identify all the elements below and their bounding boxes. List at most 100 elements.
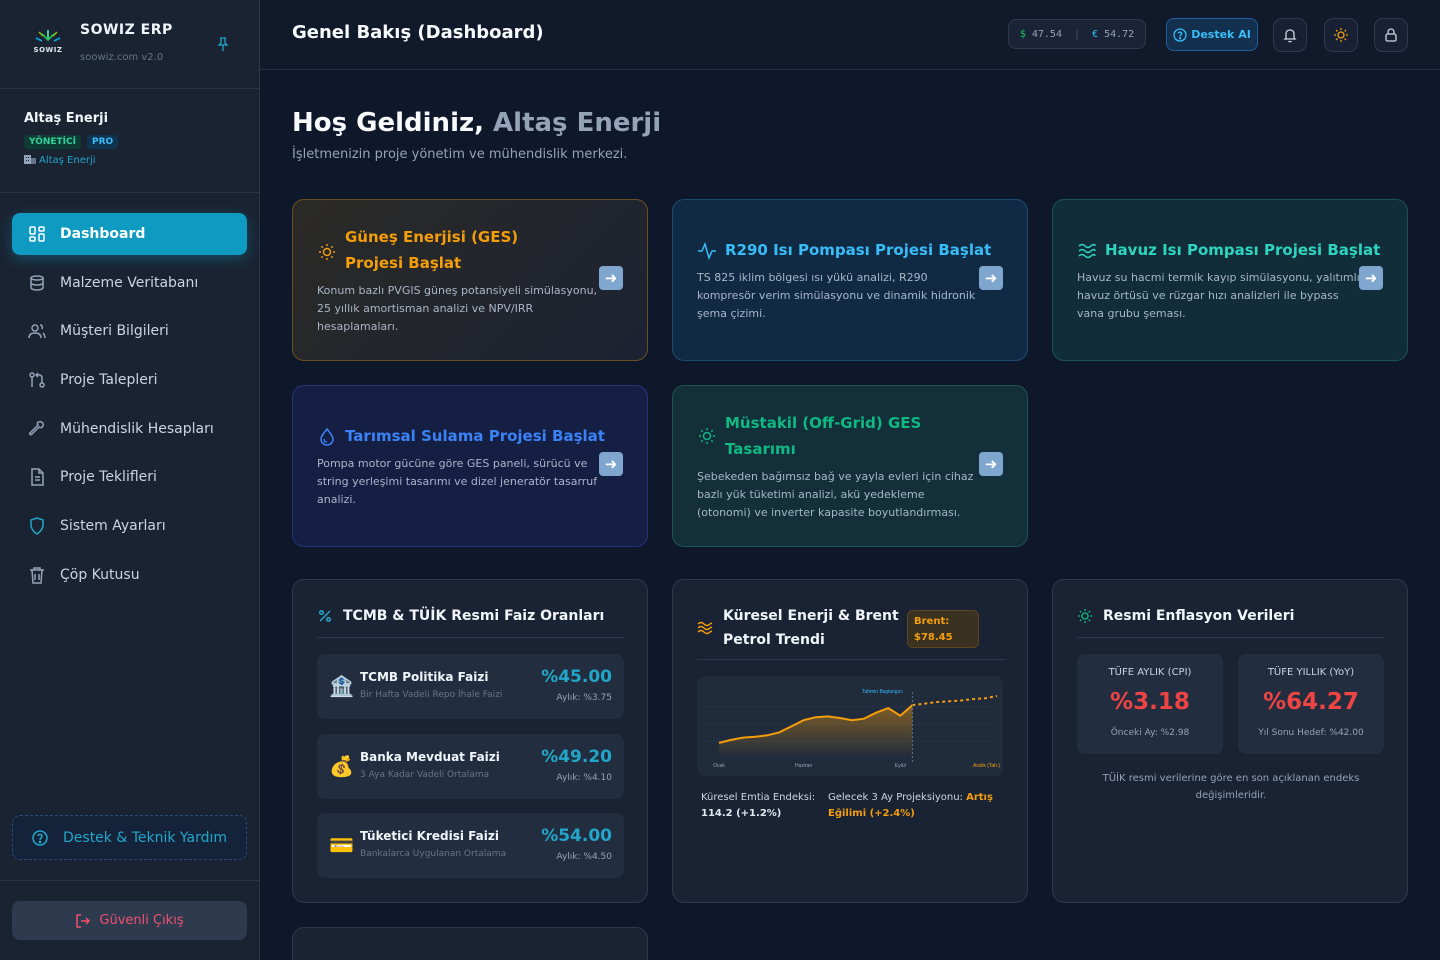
commodity-index: Küresel Emtia Endeksi: 114.2 (+1.2%): [701, 790, 821, 822]
sidebar-item-dashboard[interactable]: Dashboard: [12, 213, 247, 255]
arrow-right-icon[interactable]: ➜: [599, 266, 623, 290]
project-title: Güneş Enerjisi (GES) Projesi Başlat: [345, 228, 519, 272]
sidebar-item-label: Müşteri Bilgileri: [60, 323, 169, 340]
rate-desc: 3 Aya Kadar Vadeli Ortalama: [360, 770, 490, 780]
sun-icon: [319, 244, 335, 260]
x-tick-label: Haziran: [795, 763, 812, 769]
rate-name: Tüketici Kredisi Faizi: [360, 829, 499, 843]
trend-chart-svg: Tahmin Başlangıcı Ocak Haziran Eylül Aralık…: [703, 689, 1000, 769]
rate-value: %49.20: [541, 747, 612, 767]
plan-badge: PRO: [86, 135, 119, 149]
card-header: Resmi Enflasyon Verileri: [1077, 608, 1385, 638]
activity-icon: [698, 241, 716, 261]
x-tick-label: Ocak: [713, 763, 725, 769]
sidebar-item-settings[interactable]: Sistem Ayarları: [12, 505, 247, 547]
arrow-right-icon[interactable]: ➜: [979, 266, 1003, 290]
credit-card-icon: 💳: [329, 833, 354, 857]
sun-icon: [1334, 28, 1348, 42]
sidebar-item-label: Proje Talepleri: [60, 372, 158, 389]
building-icon: [24, 153, 36, 167]
project-title: Müstakil (Off-Grid) GES Tasarımı: [725, 414, 922, 458]
offgrid-project-card[interactable]: Müstakil (Off-Grid) GES Tasarımı Şebeked…: [672, 385, 1028, 547]
sowiz-logo[interactable]: SOWIZ: [30, 26, 66, 58]
help-circle-icon: [32, 829, 48, 846]
lock-button[interactable]: [1374, 18, 1408, 52]
rate-row-consumer-credit: 💳 Tüketici Kredisi Faizi Bankalarca Uygu…: [317, 813, 624, 878]
support-button[interactable]: Destek & Teknik Yardım: [12, 815, 247, 860]
sidebar-item-label: Malzeme Veritabanı: [60, 274, 199, 291]
database-icon: [30, 274, 44, 291]
rate-value: %45.00: [541, 667, 612, 687]
sidebar-item-label: Sistem Ayarları: [60, 518, 166, 535]
sidebar-item-materials[interactable]: Malzeme Veritabanı: [12, 262, 247, 304]
project-description: TS 825 iklim bölgesi ısı yükü analizi, R…: [697, 271, 976, 320]
logout-button[interactable]: Güvenli Çıkış: [12, 901, 247, 940]
brent-badge: Brent: $78.45: [907, 610, 979, 648]
company-link[interactable]: Altaş Enerji: [24, 153, 96, 167]
project-description: Pompa motor gücüne göre GES paneli, sürü…: [317, 457, 598, 506]
sidebar-item-label: Mühendislik Hesapları: [60, 420, 214, 437]
users-icon: [28, 324, 46, 339]
sidebar-item-engineering[interactable]: Mühendislik Hesapları: [12, 408, 247, 450]
arrow-right-icon[interactable]: ➜: [1359, 266, 1383, 290]
document-icon: [31, 468, 44, 487]
dashboard-icon: [29, 226, 45, 242]
wrench-icon: [28, 420, 44, 436]
r290-project-card[interactable]: R290 Isı Pompası Projesi Başlat TS 825 i…: [672, 199, 1028, 361]
help-circle-icon: [1173, 27, 1187, 42]
interest-rates-card: TCMB & TÜİK Resmi Faiz Oranları 🏦 TCMB P…: [292, 579, 648, 903]
sidebar-item-label: Çöp Kutusu: [60, 566, 140, 583]
cpi-monthly-label: TÜFE AYLIK (CPI): [1108, 667, 1192, 678]
eur-rate: 54.72: [1104, 28, 1135, 40]
rate-row-deposit: 💰 Banka Mevduat Faizi 3 Aya Kadar Vadeli…: [317, 734, 624, 799]
ges-project-card[interactable]: Güneş Enerjisi (GES) Projesi Başlat Konu…: [292, 199, 648, 361]
sidebar-item-customers[interactable]: Müşteri Bilgileri: [12, 310, 247, 352]
sidebar-item-trash[interactable]: Çöp Kutusu: [12, 554, 247, 596]
card-title: TCMB & TÜİK Resmi Faiz Oranları: [343, 608, 605, 624]
project-title: Tarımsal Sulama Projesi Başlat: [345, 427, 605, 445]
rate-desc: Bankalarca Uygulanan Ortalama: [360, 849, 507, 859]
support-label: Destek & Teknik Yardım: [63, 829, 228, 846]
droplet-icon: [320, 427, 334, 446]
irrigation-project-card[interactable]: Tarımsal Sulama Projesi Başlat Pompa mot…: [292, 385, 648, 547]
shield-icon: [30, 517, 44, 536]
rate-value: %54.00: [541, 826, 612, 846]
support-ai-label: Destek AI: [1191, 28, 1251, 41]
eur-symbol: €: [1092, 28, 1099, 40]
index-label: Küresel Emtia Endeksi:: [701, 792, 816, 803]
lock-icon: [1385, 28, 1397, 42]
projection-label: Gelecek 3 Ay Projeksiyonu:: [828, 792, 963, 803]
pool-project-card[interactable]: Havuz Isı Pompası Projesi Başlat Havuz s…: [1052, 199, 1408, 361]
rate-desc: Bir Hafta Vadeli Repo İhale Faizi: [360, 690, 503, 700]
welcome-heading: Hoş Geldiniz, Altaş Enerji: [292, 108, 661, 138]
card-header: TCMB & TÜİK Resmi Faiz Oranları: [317, 608, 625, 638]
card-title: Resmi Enflasyon Verileri: [1103, 608, 1295, 624]
sidebar-item-offers[interactable]: Proje Teklifleri: [12, 456, 247, 498]
notifications-button[interactable]: [1273, 18, 1307, 52]
bell-icon: [1283, 29, 1297, 43]
git-pull-icon: [29, 372, 45, 388]
support-ai-button[interactable]: Destek AI: [1166, 18, 1258, 51]
pin-icon[interactable]: [216, 36, 230, 52]
logout-icon: [76, 913, 91, 928]
user-profile: Altaş Enerji YÖNETİCİ PRO Altaş Enerji: [0, 89, 259, 193]
x-tick-label: Eylül: [895, 763, 906, 769]
percent-icon: [318, 609, 332, 623]
logout-label: Güvenli Çıkış: [99, 913, 184, 928]
rate-row-policy: 🏦 TCMB Politika Faizi Bir Hafta Vadeli R…: [317, 654, 624, 719]
forecast-line: [912, 695, 998, 707]
sidebar-item-project-requests[interactable]: Proje Talepleri: [12, 359, 247, 401]
cpi-yearly-label: TÜFE YILLIK (YoY): [1267, 667, 1355, 678]
sun-icon: [1078, 609, 1092, 623]
rate-monthly: Aylık: %4.10: [556, 773, 612, 783]
brand-header: SOWIZ SOWIZ ERP soowiz.com v2.0: [0, 0, 259, 89]
arrow-right-icon[interactable]: ➜: [599, 452, 623, 476]
theme-toggle-button[interactable]: [1324, 18, 1358, 52]
sun-icon: [699, 428, 715, 444]
forecast-annotation: Tahmin Başlangıcı: [862, 689, 903, 695]
sidebar-item-label: Proje Teklifleri: [60, 469, 157, 486]
waves-icon: [697, 621, 713, 635]
user-name: Altaş Enerji: [24, 111, 109, 126]
arrow-right-icon[interactable]: ➜: [979, 452, 1003, 476]
next-card-partial: [292, 927, 648, 960]
